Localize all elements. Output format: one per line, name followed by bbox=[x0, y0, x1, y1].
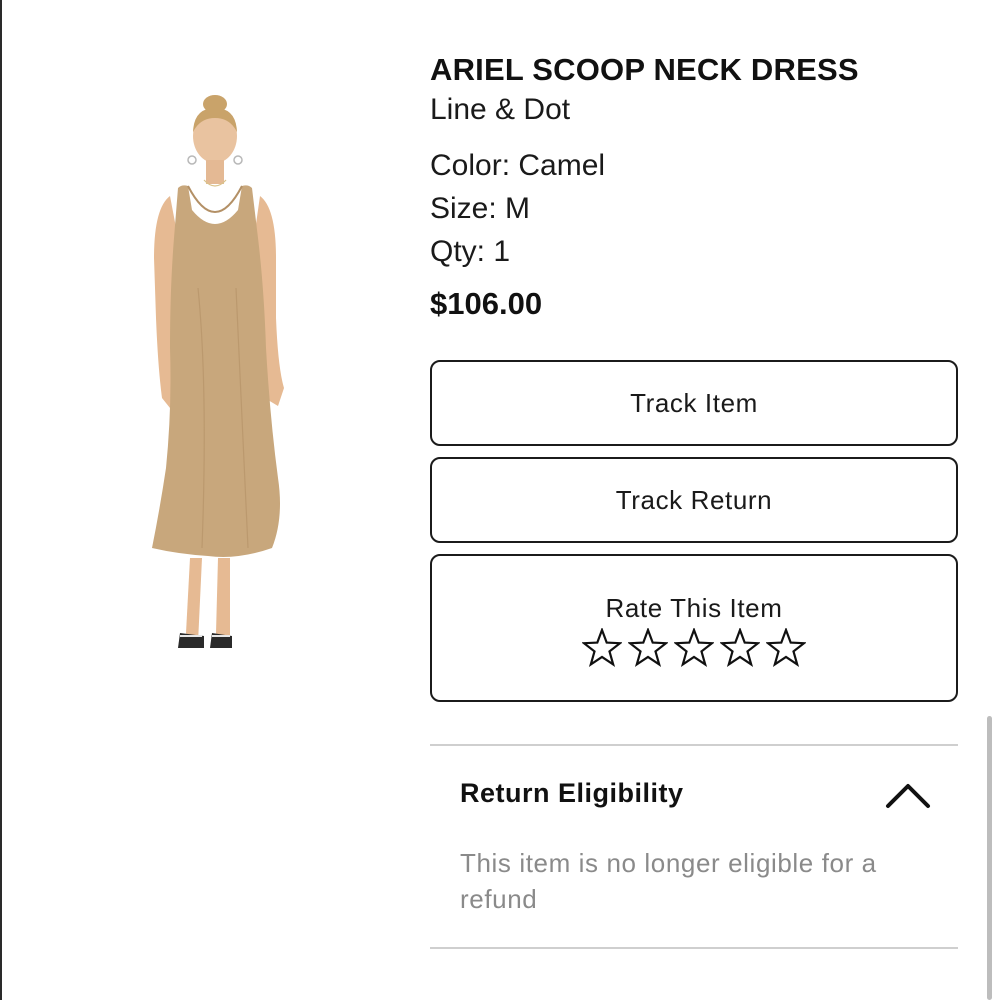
star-icon[interactable] bbox=[720, 627, 760, 668]
section-divider bbox=[430, 744, 958, 746]
product-image bbox=[152, 95, 284, 648]
star-icon[interactable] bbox=[582, 627, 622, 668]
left-edge-border bbox=[0, 0, 2, 1000]
product-info: ARIEL SCOOP NECK DRESS Line & Dot Color:… bbox=[430, 50, 960, 327]
product-size: Size: M bbox=[430, 192, 531, 225]
star-icon[interactable] bbox=[628, 627, 668, 668]
star-rating bbox=[582, 627, 806, 668]
product-qty: Qty: 1 bbox=[430, 235, 511, 268]
product-brand: Line & Dot bbox=[430, 93, 571, 126]
star-icon[interactable] bbox=[674, 627, 714, 668]
return-eligibility-message: This item is no longer eligible for a re… bbox=[460, 848, 877, 914]
section-divider bbox=[430, 947, 958, 949]
chevron-up-icon[interactable] bbox=[884, 780, 932, 810]
rate-item-label: Rate This Item bbox=[605, 592, 783, 623]
rate-item-card: Rate This Item bbox=[430, 554, 958, 702]
product-color: Color: Camel bbox=[430, 149, 606, 182]
track-item-button[interactable]: Track Item bbox=[430, 360, 958, 446]
product-price: $106.00 bbox=[430, 286, 543, 321]
track-return-label: Track Return bbox=[615, 484, 773, 515]
scrollbar[interactable] bbox=[987, 716, 992, 1000]
return-eligibility-title: Return Eligibility bbox=[460, 778, 684, 808]
star-icon[interactable] bbox=[766, 627, 806, 668]
product-title: ARIEL SCOOP NECK DRESS bbox=[430, 52, 859, 87]
track-return-button[interactable]: Track Return bbox=[430, 457, 958, 543]
track-item-label: Track Item bbox=[630, 387, 758, 418]
